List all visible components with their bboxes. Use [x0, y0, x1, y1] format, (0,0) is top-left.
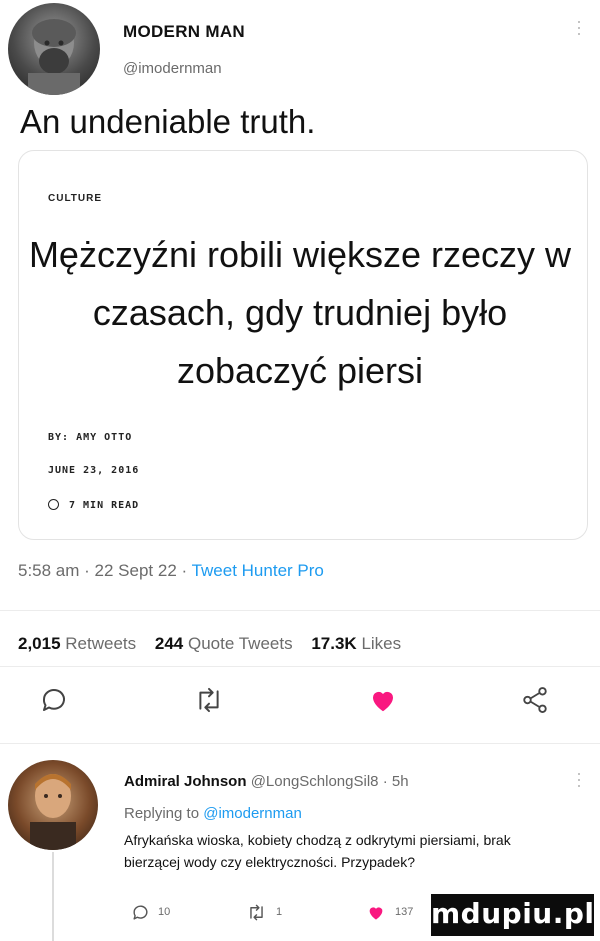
- tweet-text: An undeniable truth.: [20, 103, 316, 140]
- reply-icon[interactable]: [39, 685, 69, 715]
- divider: [0, 666, 600, 667]
- author-handle[interactable]: @imodernman: [123, 60, 222, 77]
- card-headline: Mężczyźni robili większe rzeczy w czasac…: [28, 234, 572, 391]
- replying-prefix: Replying to: [124, 805, 200, 822]
- divider: [0, 610, 600, 611]
- reply-header: Admiral Johnson @LongSchlongSil8 · 5h: [124, 773, 409, 790]
- reply-text: Afrykańska wioska, kobiety chodzą z odkr…: [124, 832, 511, 870]
- card-read-time: 7 MIN READ: [69, 500, 140, 511]
- replying-to: Replying to @imodernman: [124, 805, 302, 822]
- quotes-count[interactable]: 244: [155, 634, 183, 653]
- retweets-count[interactable]: 2,015: [18, 634, 61, 653]
- card-read-time-row: 7 MIN READ: [48, 499, 139, 511]
- reply-reply-count: 10: [158, 906, 171, 918]
- replying-mention[interactable]: @imodernman: [203, 805, 302, 822]
- reply-age: · 5h: [382, 773, 409, 790]
- reply-retweet-icon[interactable]: [246, 903, 267, 922]
- reply-retweet-count: 1: [276, 906, 283, 918]
- reply-like-count: 137: [395, 906, 414, 918]
- reply-like-icon[interactable]: [366, 903, 386, 922]
- tweet-stats: 2,015 Retweets 244 Quote Tweets 17.3K Li…: [18, 634, 401, 654]
- likes-count[interactable]: 17.3K: [311, 634, 356, 653]
- site-watermark: mdupiu.pl: [431, 894, 594, 936]
- tweet-source[interactable]: Tweet Hunter Pro: [192, 561, 324, 580]
- divider: [0, 743, 600, 744]
- share-icon[interactable]: [520, 685, 550, 715]
- likes-label[interactable]: Likes: [361, 634, 401, 653]
- more-icon[interactable]: · · ·: [576, 12, 582, 42]
- author-avatar[interactable]: [8, 3, 100, 95]
- reply-author-name[interactable]: Admiral Johnson: [124, 773, 247, 790]
- timestamp-text: 5:58 am · 22 Sept 22 ·: [18, 561, 192, 580]
- card-date: JUNE 23, 2016: [48, 465, 140, 476]
- clock-icon: [48, 499, 59, 510]
- reply-more-icon[interactable]: · · ·: [576, 764, 582, 794]
- reply-reply-icon[interactable]: [131, 903, 150, 922]
- retweets-label[interactable]: Retweets: [65, 634, 136, 653]
- thread-line: [52, 852, 54, 941]
- card-byline: BY: AMY OTTO: [48, 432, 133, 443]
- author-name[interactable]: MODERN MAN: [123, 22, 245, 42]
- like-icon[interactable]: [368, 685, 398, 715]
- retweet-icon[interactable]: [193, 685, 225, 715]
- reply-avatar-photo: [30, 774, 76, 850]
- reply-author-avatar[interactable]: [8, 760, 98, 850]
- card-section: CULTURE: [48, 193, 103, 204]
- quotes-label[interactable]: Quote Tweets: [188, 634, 293, 653]
- reply-author-handle[interactable]: @LongSchlongSil8: [251, 773, 379, 790]
- tweet-timestamp: 5:58 am · 22 Sept 22 · Tweet Hunter Pro: [18, 561, 324, 581]
- bust-statue-image: [28, 19, 80, 95]
